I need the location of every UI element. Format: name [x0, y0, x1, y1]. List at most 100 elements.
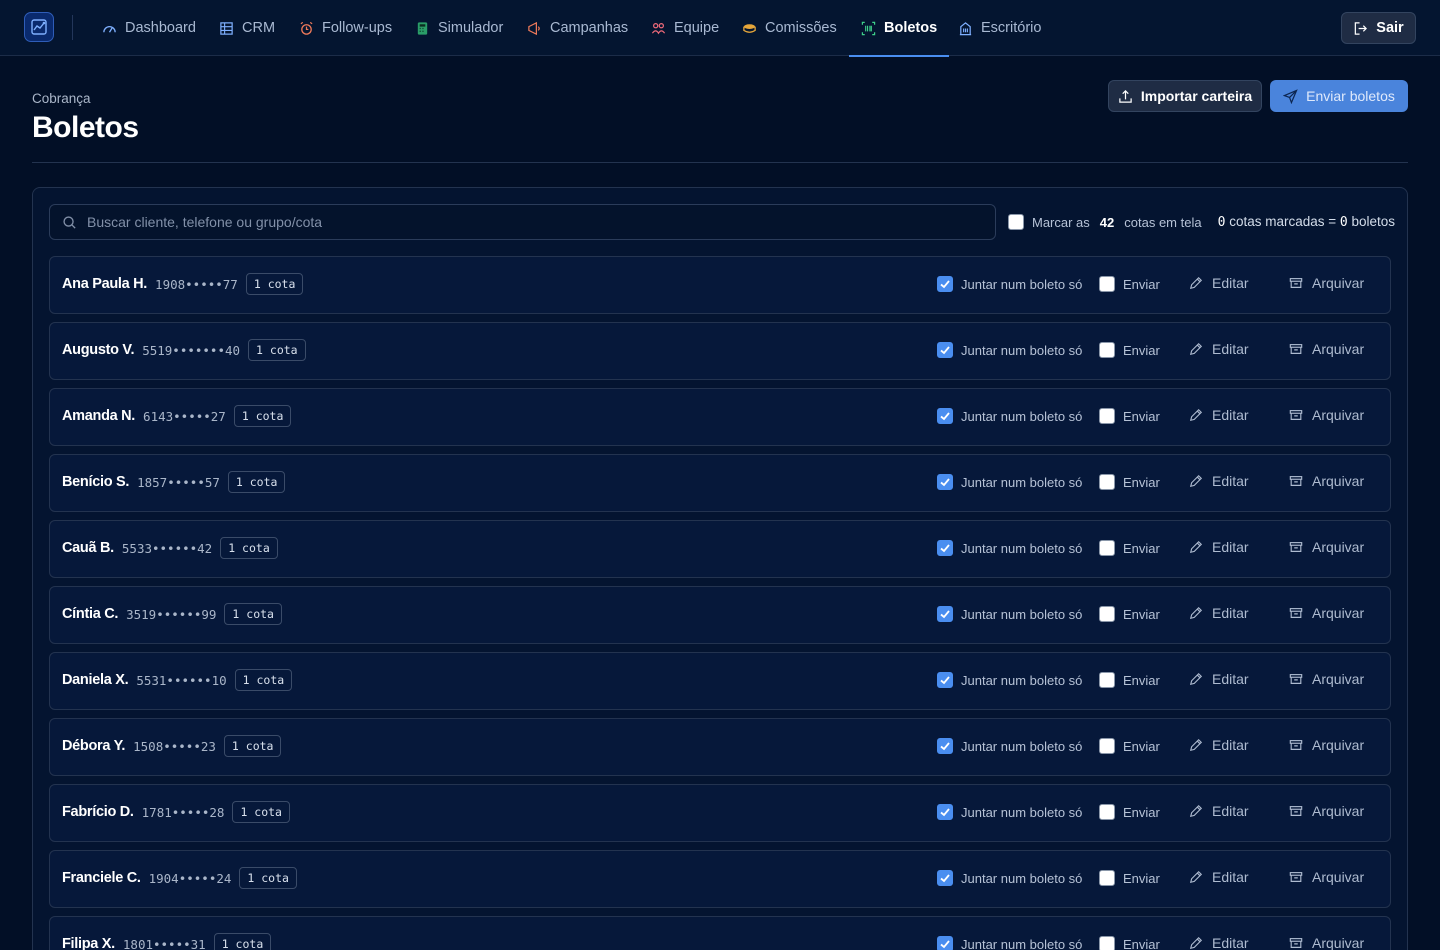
nav-item-follow-ups[interactable]: Follow-ups [299, 0, 392, 56]
mark-all-checkbox[interactable] [1008, 214, 1024, 230]
nav-item-escritorio[interactable]: Escritório [958, 0, 1041, 56]
edit-button[interactable]: Editar [1189, 407, 1249, 423]
edit-button[interactable]: Editar [1189, 869, 1249, 885]
join-boleto-toggle[interactable]: Juntar num boleto só [937, 276, 1082, 292]
join-boleto-checkbox[interactable] [937, 540, 953, 556]
join-boleto-toggle[interactable]: Juntar num boleto só [937, 936, 1082, 950]
search-input[interactable] [87, 214, 967, 230]
barcode-icon [861, 21, 876, 35]
send-toggle[interactable]: Enviar [1099, 870, 1160, 886]
edit-label: Editar [1212, 935, 1249, 950]
send-toggle[interactable]: Enviar [1099, 606, 1160, 622]
send-toggle[interactable]: Enviar [1099, 804, 1160, 820]
nav-item-crm[interactable]: CRM [219, 0, 275, 56]
pencil-icon [1189, 738, 1203, 752]
join-boleto-checkbox[interactable] [937, 408, 953, 424]
send-toggle[interactable]: Enviar [1099, 936, 1160, 950]
nav-item-equipe[interactable]: Equipe [651, 0, 719, 56]
join-boleto-checkbox[interactable] [937, 870, 953, 886]
join-boleto-toggle[interactable]: Juntar num boleto só [937, 540, 1082, 556]
archive-button[interactable]: Arquivar [1289, 869, 1364, 885]
nav-item-campanhas[interactable]: Campanhas [527, 0, 628, 56]
send-toggle[interactable]: Enviar [1099, 408, 1160, 424]
send-checkbox[interactable] [1099, 870, 1115, 886]
edit-button[interactable]: Editar [1189, 275, 1249, 291]
edit-button[interactable]: Editar [1189, 473, 1249, 489]
join-boleto-checkbox[interactable] [937, 276, 953, 292]
send-boletos-button[interactable]: Enviar boletos [1270, 80, 1408, 112]
send-checkbox[interactable] [1099, 672, 1115, 688]
join-boleto-checkbox[interactable] [937, 672, 953, 688]
archive-button[interactable]: Arquivar [1289, 407, 1364, 423]
join-boleto-toggle[interactable]: Juntar num boleto só [937, 606, 1082, 622]
edit-button[interactable]: Editar [1189, 671, 1249, 687]
nav-item-boletos[interactable]: Boletos [848, 0, 950, 57]
edit-button[interactable]: Editar [1189, 737, 1249, 753]
edit-button[interactable]: Editar [1189, 935, 1249, 950]
send-toggle[interactable]: Enviar [1099, 342, 1160, 358]
edit-button[interactable]: Editar [1189, 605, 1249, 621]
send-checkbox[interactable] [1099, 738, 1115, 754]
join-boleto-toggle[interactable]: Juntar num boleto só [937, 672, 1082, 688]
join-boleto-toggle[interactable]: Juntar num boleto só [937, 870, 1082, 886]
send-checkbox[interactable] [1099, 276, 1115, 292]
client-phone: 5519•••••••40 [142, 342, 241, 358]
edit-button[interactable]: Editar [1189, 341, 1249, 357]
send-toggle[interactable]: Enviar [1099, 474, 1160, 490]
client-info: Débora Y. 1508•••••23 1 cota [62, 735, 282, 757]
app-logo-icon[interactable] [24, 12, 54, 42]
search-box[interactable] [49, 204, 996, 240]
send-checkbox[interactable] [1099, 474, 1115, 490]
edit-label: Editar [1212, 341, 1249, 357]
client-name: Débora Y. [62, 738, 126, 754]
send-toggle[interactable]: Enviar [1099, 738, 1160, 754]
join-boleto-toggle[interactable]: Juntar num boleto só [937, 342, 1082, 358]
join-boleto-checkbox[interactable] [937, 936, 953, 950]
edit-button[interactable]: Editar [1189, 803, 1249, 819]
building-icon [959, 21, 972, 35]
logout-button[interactable]: Sair [1341, 12, 1416, 44]
send-checkbox[interactable] [1099, 804, 1115, 820]
send-label: Enviar [1123, 342, 1160, 358]
join-boleto-toggle[interactable]: Juntar num boleto só [937, 804, 1082, 820]
archive-button[interactable]: Arquivar [1289, 935, 1364, 950]
archive-label: Arquivar [1312, 407, 1365, 423]
join-boleto-toggle[interactable]: Juntar num boleto só [937, 738, 1082, 754]
join-boleto-checkbox[interactable] [937, 738, 953, 754]
join-boleto-checkbox[interactable] [937, 606, 953, 622]
send-checkbox[interactable] [1099, 342, 1115, 358]
pencil-icon [1189, 606, 1203, 620]
nav-item-simulador[interactable]: Simulador [415, 0, 503, 56]
client-name: Cauã B. [62, 540, 114, 556]
send-checkbox[interactable] [1099, 936, 1115, 950]
archive-icon [1289, 872, 1303, 882]
send-label: Enviar [1123, 804, 1160, 820]
send-checkbox[interactable] [1099, 408, 1115, 424]
join-boleto-checkbox[interactable] [937, 342, 953, 358]
join-boleto-toggle[interactable]: Juntar num boleto só [937, 474, 1082, 490]
client-phone: 5531••••••10 [136, 672, 227, 688]
archive-button[interactable]: Arquivar [1289, 737, 1364, 753]
send-toggle[interactable]: Enviar [1099, 540, 1160, 556]
join-boleto-checkbox[interactable] [937, 474, 953, 490]
archive-button[interactable]: Arquivar [1289, 539, 1364, 555]
send-toggle[interactable]: Enviar [1099, 672, 1160, 688]
send-label: Enviar [1123, 474, 1160, 490]
send-checkbox[interactable] [1099, 606, 1115, 622]
join-boleto-toggle[interactable]: Juntar num boleto só [937, 408, 1082, 424]
import-portfolio-button[interactable]: Importar carteira [1108, 80, 1262, 112]
send-toggle[interactable]: Enviar [1099, 276, 1160, 292]
archive-button[interactable]: Arquivar [1289, 803, 1364, 819]
nav-item-dashboard[interactable]: Dashboard [102, 0, 196, 56]
archive-button[interactable]: Arquivar [1289, 605, 1364, 621]
nav-item-comissoes[interactable]: Comissões [742, 0, 837, 56]
top-navigation: Dashboard CRM Follow-ups Simulador Campa… [0, 0, 1440, 57]
join-boleto-label: Juntar num boleto só [961, 738, 1083, 754]
send-checkbox[interactable] [1099, 540, 1115, 556]
archive-button[interactable]: Arquivar [1289, 275, 1364, 291]
join-boleto-checkbox[interactable] [937, 804, 953, 820]
archive-button[interactable]: Arquivar [1289, 341, 1364, 357]
edit-button[interactable]: Editar [1189, 539, 1249, 555]
archive-button[interactable]: Arquivar [1289, 671, 1364, 687]
archive-button[interactable]: Arquivar [1289, 473, 1364, 489]
